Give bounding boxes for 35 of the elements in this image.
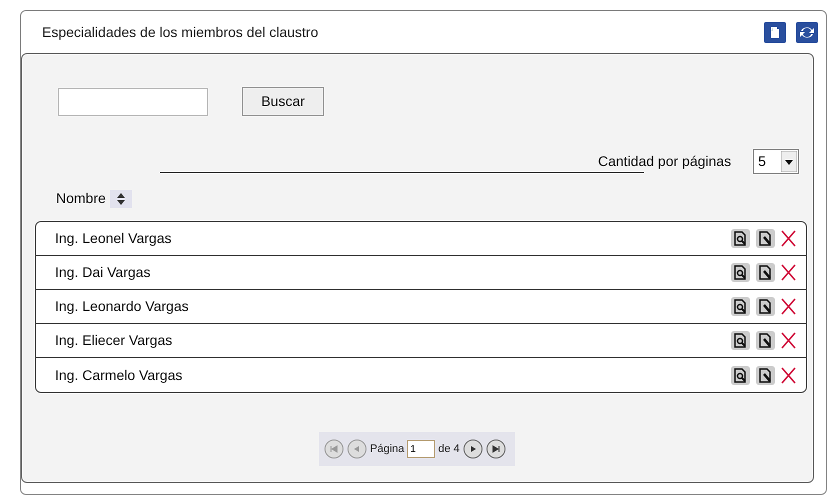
page-size-select[interactable]: 5 <box>753 149 800 174</box>
delete-icon[interactable] <box>781 264 796 281</box>
edit-icon[interactable] <box>756 229 775 248</box>
member-name: Ing. Leonardo Vargas <box>55 297 189 316</box>
dropdown-arrow-icon <box>781 151 798 172</box>
view-icon[interactable] <box>731 366 750 384</box>
next-page-icon[interactable] <box>462 439 483 459</box>
delete-icon[interactable] <box>781 332 796 349</box>
view-icon[interactable] <box>731 229 750 248</box>
delete-icon[interactable] <box>781 230 796 247</box>
last-page-icon[interactable] <box>486 439 506 459</box>
member-name: Ing. Dai Vargas <box>55 263 150 282</box>
document-icon[interactable] <box>764 22 786 42</box>
search-field[interactable] <box>58 88 208 116</box>
view-icon[interactable] <box>731 263 750 282</box>
delete-icon[interactable] <box>781 366 796 384</box>
member-name: Ing. Eliecer Vargas <box>55 331 172 350</box>
search-button[interactable]: Buscar <box>242 87 324 116</box>
page-size-label: Cantidad por páginas <box>598 152 732 171</box>
edit-icon[interactable] <box>756 297 775 316</box>
refresh-icon[interactable] <box>796 22 818 42</box>
page-number-field[interactable]: 1 <box>407 440 436 458</box>
edit-icon[interactable] <box>756 366 775 384</box>
edit-icon[interactable] <box>756 263 775 282</box>
column-header[interactable]: Nombre <box>56 188 106 209</box>
view-icon[interactable] <box>731 297 750 316</box>
page-label: Página <box>370 442 404 457</box>
member-name: Ing. Leonel Vargas <box>55 229 172 248</box>
page-total: de 4 <box>438 442 460 457</box>
sort-icon[interactable] <box>110 190 132 208</box>
delete-icon[interactable] <box>781 298 796 315</box>
view-icon[interactable] <box>731 331 750 350</box>
member-name: Ing. Carmelo Vargas <box>55 366 182 385</box>
card-title: Especialidades de los miembros del claustro <box>42 22 318 42</box>
edit-icon[interactable] <box>756 331 775 350</box>
